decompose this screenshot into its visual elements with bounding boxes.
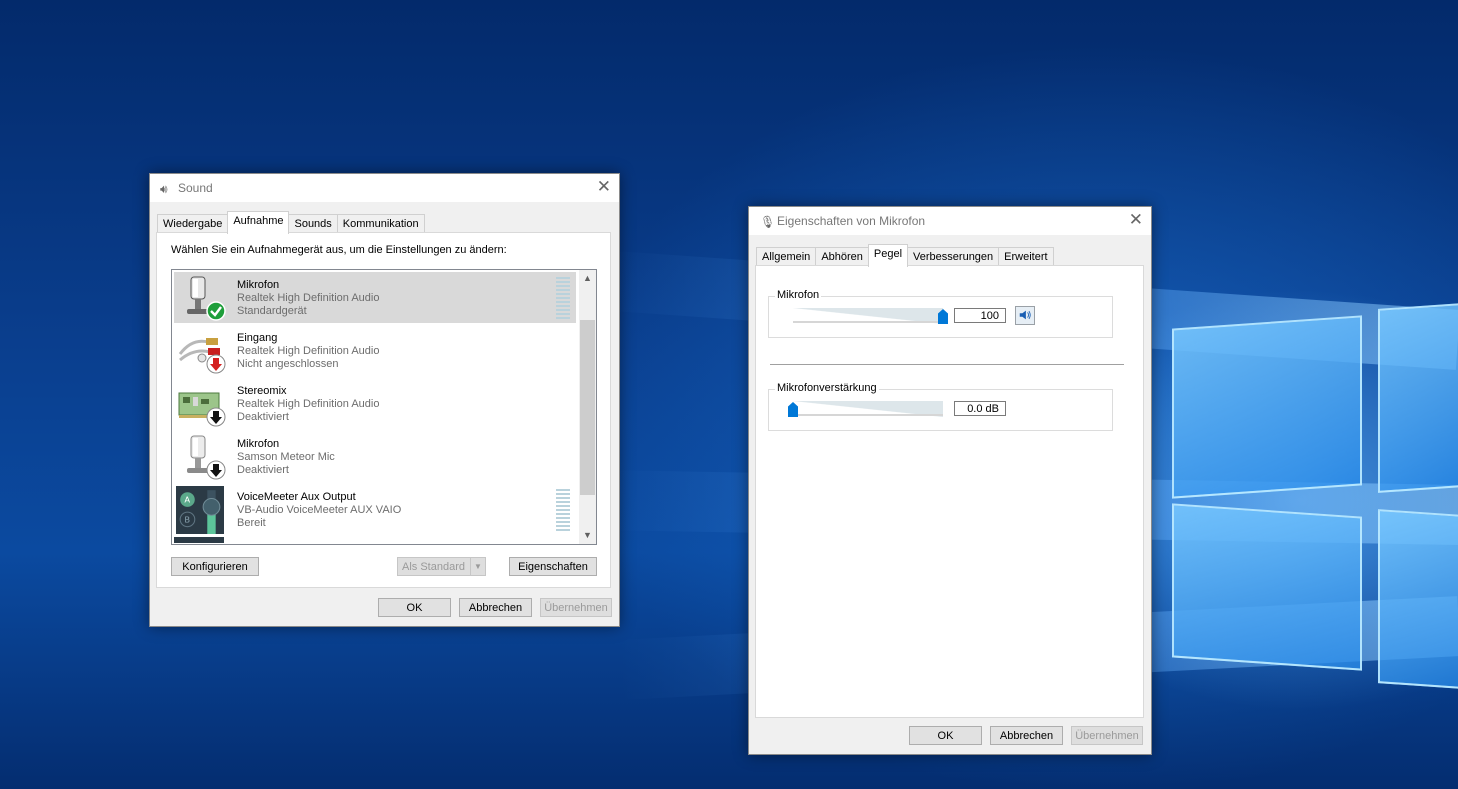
cancel-button[interactable]: Abbrechen: [990, 726, 1063, 745]
scroll-up-arrow-icon[interactable]: ▲: [579, 270, 596, 287]
mute-button[interactable]: [1015, 306, 1035, 325]
separator: [770, 364, 1124, 365]
mic-boost-group: Mikrofonverstärkung 0.0 dB: [768, 382, 1113, 431]
mic-level-value[interactable]: 100: [954, 308, 1006, 323]
tab-wiedergabe[interactable]: Wiedergabe: [157, 214, 229, 234]
ok-button[interactable]: OK: [378, 598, 451, 617]
device-name: Stereomix: [237, 385, 287, 397]
close-button[interactable]: ✕: [1129, 210, 1143, 230]
device-driver: Samson Meteor Mic: [237, 451, 335, 463]
cancel-button[interactable]: Abbrechen: [459, 598, 532, 617]
set-default-button[interactable]: Als Standard ▼: [397, 557, 486, 576]
level-meter: [556, 489, 570, 531]
list-item[interactable]: Mikrofon Realtek High Definition Audio S…: [174, 272, 576, 323]
apply-button[interactable]: Übernehmen: [540, 598, 612, 617]
sound-window: 🔊︎ Sound ✕ Wiedergabe Aufnahme Sounds Ko…: [149, 173, 620, 627]
list-item[interactable]: Eingang Realtek High Definition Audio Ni…: [174, 325, 576, 376]
tab-panel: Wählen Sie ein Aufnahmegerät aus, um die…: [156, 232, 611, 588]
device-driver: VB-Audio VoiceMeeter AUX VAIO: [237, 504, 402, 516]
red-arrow-badge-icon: [206, 354, 226, 374]
properties-window: 🎙︎ Eigenschaften von Mikrofon ✕ Allgemei…: [748, 206, 1152, 755]
device-name: Eingang: [237, 332, 278, 344]
configure-button[interactable]: Konfigurieren: [171, 557, 259, 576]
set-default-label: Als Standard: [402, 561, 465, 573]
close-button[interactable]: ✕: [597, 177, 611, 197]
tab-panel: Mikrofon 100 Mikrofonverstärkung 0.0 dB: [755, 265, 1144, 718]
voicemeeter-icon: A B: [176, 486, 224, 534]
speaker-icon: 🔊︎: [160, 182, 168, 196]
tab-pegel[interactable]: Pegel: [867, 244, 909, 267]
mic-level-line: [793, 321, 943, 323]
vertical-scrollbar[interactable]: ▲ ▼: [579, 270, 596, 544]
scroll-down-arrow-icon[interactable]: ▼: [579, 527, 596, 544]
title-bar[interactable]: 🔊︎ Sound ✕: [150, 174, 619, 202]
device-driver: Realtek High Definition Audio: [237, 398, 380, 410]
window-title: Eigenschaften von Mikrofon: [777, 214, 926, 228]
device-status: Deaktiviert: [237, 411, 289, 423]
microphone-icon: 🎙︎: [760, 215, 776, 229]
tab-abhoeren[interactable]: Abhören: [815, 247, 869, 267]
tab-bar: Allgemein Abhören Pegel Verbesserungen E…: [756, 244, 1054, 267]
mic-level-label: Mikrofon: [775, 289, 822, 301]
device-driver: Realtek High Definition Audio: [237, 345, 380, 357]
instruction-text: Wählen Sie ein Aufnahmegerät aus, um die…: [171, 244, 507, 256]
down-arrow-badge-icon: [206, 407, 226, 427]
tab-bar: Wiedergabe Aufnahme Sounds Kommunikation: [157, 211, 425, 234]
windows-logo-pane: [1378, 509, 1458, 689]
device-list[interactable]: Mikrofon Realtek High Definition Audio S…: [171, 269, 597, 545]
tab-allgemein[interactable]: Allgemein: [756, 247, 817, 267]
device-driver: Realtek High Definition Audio: [237, 292, 380, 304]
device-status: Standardgerät: [237, 305, 307, 317]
list-item[interactable]: Stereomix Realtek High Definition Audio …: [174, 378, 576, 429]
device-name: Mikrofon: [237, 438, 280, 450]
windows-logo-pane: [1172, 503, 1362, 671]
check-badge-icon: [206, 301, 226, 321]
mic-level-group: Mikrofon 100: [768, 289, 1113, 338]
list-item[interactable]: A B VoiceMeeter Aux Output VB-Audio Voic…: [174, 484, 576, 535]
speaker-icon: [1019, 310, 1031, 320]
level-meter: [556, 277, 570, 319]
tab-aufnahme[interactable]: Aufnahme: [227, 211, 290, 234]
mic-boost-value[interactable]: 0.0 dB: [954, 401, 1006, 416]
device-name: VoiceMeeter Aux Output: [237, 491, 356, 503]
tab-erweitert[interactable]: Erweitert: [998, 247, 1054, 267]
ok-button[interactable]: OK: [909, 726, 982, 745]
device-status: Nicht angeschlossen: [237, 358, 339, 370]
list-item[interactable]: Mikrofon Samson Meteor Mic Deaktiviert: [174, 431, 576, 482]
device-status: Deaktiviert: [237, 464, 289, 476]
properties-button[interactable]: Eigenschaften: [509, 557, 597, 576]
window-title: Sound: [178, 181, 213, 195]
apply-button[interactable]: Übernehmen: [1071, 726, 1143, 745]
scrollbar-thumb[interactable]: [580, 320, 595, 495]
list-item-partial: [174, 537, 224, 543]
svg-text:B: B: [184, 515, 190, 525]
windows-logo-pane: [1378, 303, 1458, 493]
device-name: Mikrofon: [237, 279, 280, 291]
tab-verbesserungen[interactable]: Verbesserungen: [907, 247, 1000, 267]
mic-boost-line: [793, 414, 943, 416]
windows-logo-pane: [1172, 315, 1362, 499]
mic-boost-label: Mikrofonverstärkung: [775, 382, 879, 394]
down-arrow-badge-icon: [206, 460, 226, 480]
dropdown-arrow-icon[interactable]: ▼: [470, 558, 485, 575]
tab-sounds[interactable]: Sounds: [288, 214, 338, 234]
tab-kommunikation[interactable]: Kommunikation: [336, 214, 425, 234]
title-bar[interactable]: 🎙︎ Eigenschaften von Mikrofon ✕: [749, 207, 1151, 235]
device-status: Bereit: [237, 517, 266, 529]
svg-text:A: A: [184, 495, 190, 505]
